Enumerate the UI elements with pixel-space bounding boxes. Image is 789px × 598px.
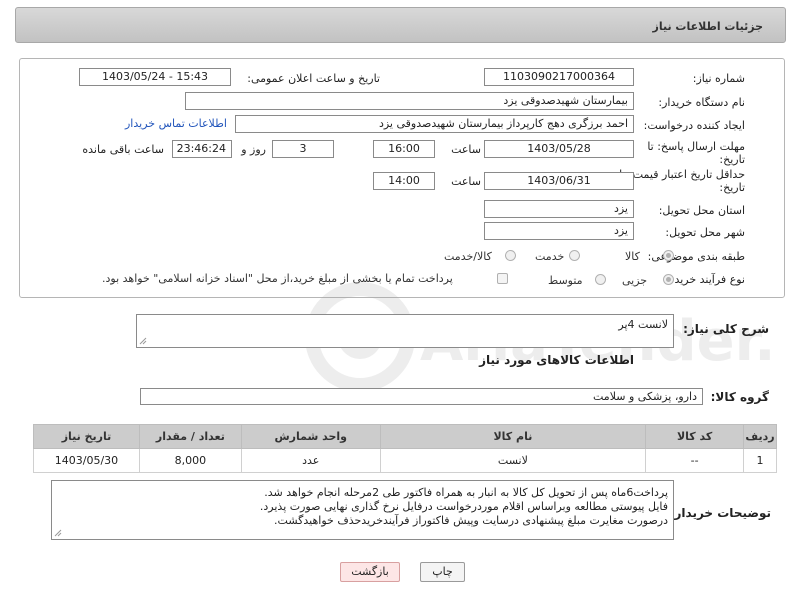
process-option-medium: متوسط — [548, 274, 583, 287]
resize-grip-icon[interactable] — [139, 337, 147, 345]
reply-deadline-label-date: تاریخ: — [719, 153, 745, 166]
need-number-label: شماره نیاز: — [692, 72, 745, 85]
delivery-province-field: یزد — [484, 200, 634, 218]
process-radio-minor[interactable] — [663, 274, 674, 285]
process-radio-medium[interactable] — [595, 274, 606, 285]
reply-time-label: ساعت — [451, 143, 481, 156]
cell-quantity: 8,000 — [138, 448, 242, 473]
col-header-unit: واحد شمارش — [240, 424, 381, 449]
category-option-goods-service: کالا/خدمت — [444, 250, 492, 263]
cell-item-code: -- — [645, 448, 745, 473]
back-button[interactable]: بازگشت — [340, 562, 400, 582]
description-textarea[interactable]: لانست 4پر — [136, 314, 674, 348]
days-label: روز و — [241, 143, 266, 156]
col-header-need-date: تاریخ نیاز — [33, 424, 140, 449]
price-validity-label: حداقل تاریخ اعتبار قیمت: تا — [619, 168, 745, 181]
time-remaining-field: 23:46:24 — [172, 140, 232, 158]
buyer-notes-line-3: درصورت مغایرت مبلغ پیشنهادی درسایت وپیش … — [274, 514, 668, 527]
cell-unit: عدد — [240, 448, 381, 473]
col-header-item-code: کد کالا — [645, 424, 745, 449]
time-remaining-label: ساعت باقی مانده — [82, 143, 164, 156]
requester-field: احمد برزگری دهج کارپرداز بیمارستان شهیدص… — [235, 115, 634, 133]
delivery-province-label: استان محل تحویل: — [658, 204, 745, 217]
delivery-city-label: شهر محل تحویل: — [665, 226, 745, 239]
goods-table-header-row: ردیف کد کالا نام کالا واحد شمارش تعداد /… — [33, 424, 777, 449]
price-validity-date-field: 1403/06/31 — [484, 172, 634, 190]
announce-datetime-field: 1403/05/24 - 15:43 — [79, 68, 231, 86]
buyer-notes-label: توضیحات خریدار: — [669, 506, 771, 520]
treasury-bonds-text: پرداخت تمام یا بخشی از مبلغ خرید،از محل … — [102, 272, 453, 285]
buyer-org-label: نام دستگاه خریدار: — [658, 96, 745, 109]
print-button[interactable]: چاپ — [420, 562, 465, 582]
buyer-notes-textarea[interactable]: پرداخت6ماه پس از تحویل کل کالا به انبار … — [51, 480, 674, 540]
goods-section-title: اطلاعات کالاهای مورد نیاز — [479, 353, 634, 367]
buyer-notes-line-1: پرداخت6ماه پس از تحویل کل کالا به انبار … — [264, 486, 668, 499]
process-type-label: نوع فرآیند خرید : — [667, 273, 745, 286]
price-validity-label-date: تاریخ: — [719, 181, 745, 194]
cell-row-number: 1 — [743, 448, 777, 473]
cell-item-name: لانست — [379, 448, 647, 473]
announce-datetime-label: تاریخ و ساعت اعلان عمومی: — [247, 72, 380, 85]
page-title: جزئیات اطلاعات نیاز — [652, 20, 764, 33]
reply-deadline-label: مهلت ارسال پاسخ: تا — [647, 140, 745, 153]
goods-group-field: دارو، پزشکی و سلامت — [140, 388, 703, 405]
delivery-city-field: یزد — [484, 222, 634, 240]
cell-need-date: 1403/05/30 — [33, 448, 140, 473]
days-remaining-field: 3 — [272, 140, 334, 158]
description-text: لانست 4پر — [618, 318, 668, 331]
category-radio-service[interactable] — [569, 250, 580, 261]
table-row: 1 -- لانست عدد 8,000 1403/05/30 — [33, 448, 777, 473]
process-option-minor: جزیی — [622, 274, 648, 287]
buyer-org-field: بیمارستان شهیدصدوقی یزد — [185, 92, 634, 110]
description-label: شرح کلی نیاز: — [683, 322, 769, 336]
page-header: جزئیات اطلاعات نیاز — [15, 7, 786, 43]
resize-grip-icon[interactable] — [54, 529, 62, 537]
price-validity-time-label: ساعت — [451, 175, 481, 188]
buyer-notes-line-2: فایل پیوستی مطالعه وبراساس اقلام موردرخو… — [259, 500, 668, 513]
buyer-contact-link[interactable]: اطلاعات تماس خریدار — [125, 117, 227, 130]
category-option-goods: کالا — [625, 250, 640, 263]
goods-table: ردیف کد کالا نام کالا واحد شمارش تعداد /… — [33, 424, 777, 473]
need-number-field: 1103090217000364 — [484, 68, 634, 86]
col-header-item-name: نام کالا — [379, 424, 647, 449]
price-validity-time-field: 14:00 — [373, 172, 435, 190]
requester-label: ایجاد کننده درخواست: — [643, 119, 745, 132]
col-header-row-number: ردیف — [743, 424, 777, 449]
category-radio-goods[interactable] — [663, 250, 674, 261]
category-radio-goods-service[interactable] — [505, 250, 516, 261]
reply-time-field: 16:00 — [373, 140, 435, 158]
category-option-service: خدمت — [535, 250, 565, 263]
treasury-bonds-checkbox[interactable] — [497, 273, 508, 284]
goods-group-label: گروه کالا: — [710, 390, 769, 404]
reply-deadline-date-field: 1403/05/28 — [484, 140, 634, 158]
col-header-quantity: تعداد / مقدار — [138, 424, 242, 449]
